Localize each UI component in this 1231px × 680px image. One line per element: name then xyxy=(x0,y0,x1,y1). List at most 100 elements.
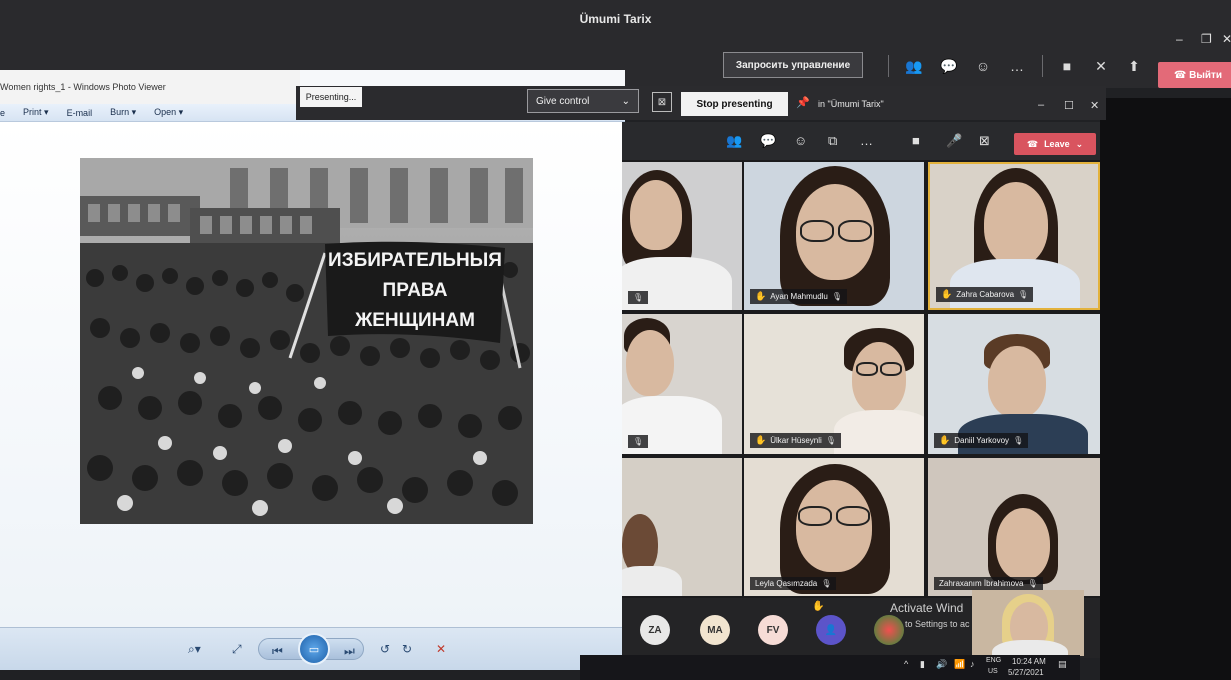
photo-image: ИЗБИРАТЕЛЬНЫЯ ПРАВА ЖЕНЩИНАМ xyxy=(80,158,533,524)
actual-size-icon[interactable]: ⤢ xyxy=(232,642,242,657)
video-tile[interactable] xyxy=(622,458,742,596)
screen: Ümumi Tarix – ❐ ✕ Запросить управление 👥… xyxy=(0,0,1231,680)
notifications-icon[interactable]: ▤ xyxy=(1058,659,1067,670)
menu-item-burn[interactable]: Burn ▾ xyxy=(110,107,136,118)
participant-name-tag: 🎙 xyxy=(628,435,649,448)
mini-minimize-icon[interactable]: – xyxy=(1038,99,1044,111)
video-tile-active[interactable]: ✋ Zahra Cabarova 🎙 xyxy=(928,162,1100,310)
pin-icon[interactable]: 📌 xyxy=(796,96,810,109)
video-tile[interactable]: 🎙 xyxy=(622,314,742,454)
photo-viewer-controls: ⌕▾ ⤢ ⏮ ▭ ⏭ ↺ ↻ ✕ xyxy=(0,627,625,670)
video-tile[interactable]: Zahraxanım İbrahimova 🎙 xyxy=(928,458,1100,596)
participant-name-tag: Leyla Qasımzada 🎙 xyxy=(750,577,837,590)
chat-icon[interactable]: 💬 xyxy=(940,58,958,75)
reactions-icon[interactable]: ☺ xyxy=(794,133,807,148)
presenting-tag: Presenting... xyxy=(300,87,362,107)
video-grid: 🎙 ✋ Ayan Mahmudlu 🎙 ✋ Zahra Cabarova 🎙 🎙… xyxy=(622,160,1100,598)
raised-hand-icon: ✋ xyxy=(755,291,767,301)
rooms-icon[interactable]: ⧉ xyxy=(828,133,837,149)
give-control-dropdown[interactable]: Give control ⌄ xyxy=(527,89,639,113)
video-tile[interactable]: Leyla Qasımzada 🎙 xyxy=(744,458,924,596)
more-options-icon[interactable]: … xyxy=(1008,58,1026,74)
menu-item-file[interactable]: e xyxy=(0,108,5,118)
chevron-up-icon[interactable]: ^ xyxy=(904,659,908,669)
stop-presenting-button[interactable]: Stop presenting xyxy=(681,92,788,116)
delete-icon[interactable]: ✕ xyxy=(436,642,446,656)
camera-icon[interactable]: ■ xyxy=(912,133,920,148)
avatar-initials[interactable]: FV xyxy=(758,615,788,645)
mic-off-icon[interactable]: ✕ xyxy=(1092,58,1110,75)
video-tile[interactable]: ✋ Ülkar Hüseynli 🎙 xyxy=(744,314,924,454)
next-icon[interactable]: ⏭ xyxy=(344,644,355,659)
activate-windows-subtext: to Settings to ac xyxy=(905,619,970,629)
toolbar-divider xyxy=(1042,55,1043,77)
user-avatar-icon: 👤 xyxy=(824,624,838,636)
mic-off-icon: 🎙 xyxy=(633,293,644,302)
camera-icon[interactable]: ■ xyxy=(1058,58,1076,74)
chat-icon[interactable]: 💬 xyxy=(760,133,776,149)
activate-windows-text: Activate Wind xyxy=(890,601,964,615)
request-control-button[interactable]: Запросить управление xyxy=(723,52,863,78)
avatar-colorful[interactable] xyxy=(874,615,904,645)
menu-item-email[interactable]: E-mail xyxy=(67,108,93,118)
mic-icon[interactable]: 🎤 xyxy=(946,133,962,149)
video-tile[interactable]: ✋ Ayan Mahmudlu 🎙 xyxy=(744,162,924,310)
slideshow-button[interactable]: ▭ xyxy=(298,633,330,665)
avatar-initials[interactable]: MA xyxy=(700,615,730,645)
speaker-icon[interactable]: ♪ xyxy=(970,659,975,669)
phone-icon: ☎ xyxy=(1173,69,1190,81)
participant-name-tag: 🎙 xyxy=(628,291,649,304)
menu-item-open[interactable]: Open ▾ xyxy=(154,107,183,118)
mic-off-icon: 🎙 xyxy=(831,292,843,301)
avatar-initials[interactable]: ZA xyxy=(640,615,670,645)
leave-label: Leave xyxy=(1044,139,1070,149)
reactions-icon[interactable]: ☺ xyxy=(974,58,992,74)
mini-close-icon[interactable]: ✕ xyxy=(1090,99,1099,112)
chevron-down-icon: ⌄ xyxy=(621,95,630,107)
raised-hand-icon: ✋ xyxy=(812,601,825,612)
phone-icon: ☎ xyxy=(1026,138,1039,149)
minimize-icon[interactable]: – xyxy=(1176,32,1183,46)
photo-viewer-title: Women rights_1 - Windows Photo Viewer xyxy=(0,70,300,104)
share-tray-icon[interactable]: ⊠ xyxy=(979,133,990,149)
previous-icon[interactable]: ⏮ xyxy=(272,644,283,659)
security-tray-icon[interactable]: ▮ xyxy=(920,659,925,670)
participant-name-tag: Zahraxanım İbrahimova 🎙 xyxy=(934,577,1043,590)
clock-date: 5/27/2021 xyxy=(1008,668,1044,677)
close-window-icon[interactable]: ✕ xyxy=(1222,32,1231,46)
participant-name: Leyla Qasımzada xyxy=(755,579,818,588)
banner-line-1: ИЗБИРАТЕЛЬНЫЯ xyxy=(328,250,502,271)
banner-line-3: ЖЕНЩИНАМ xyxy=(354,310,475,331)
network-icon[interactable]: 📶 xyxy=(954,659,965,670)
right-dark-area xyxy=(1100,98,1231,680)
chevron-down-icon: ⌄ xyxy=(1075,138,1084,149)
participant-name: Daniil Yarkovoy xyxy=(954,436,1010,445)
more-options-icon[interactable]: … xyxy=(860,133,873,148)
leave-top-label: Выйти xyxy=(1189,69,1223,81)
video-tile[interactable]: ✋ Daniil Yarkovoy 🎙 xyxy=(928,314,1100,454)
language-indicator[interactable]: ENG xyxy=(986,657,1001,664)
clock-time[interactable]: 10:24 AM xyxy=(1012,657,1046,666)
menu-item-print[interactable]: Print ▾ xyxy=(23,107,49,118)
share-screen-icon[interactable]: ⬆ xyxy=(1125,58,1143,75)
self-view-video[interactable] xyxy=(972,590,1084,656)
raised-hand-icon: ✋ xyxy=(939,435,951,445)
participants-icon[interactable]: 👥 xyxy=(905,58,923,75)
leave-top-button[interactable]: ☎ Выйти xyxy=(1158,62,1231,88)
rotate-left-icon[interactable]: ↺ xyxy=(380,642,390,656)
mic-off-icon: 🎙 xyxy=(821,579,832,588)
volume-icon[interactable]: 🔊 xyxy=(936,659,947,670)
share-content-icon[interactable]: ⊠ xyxy=(652,92,672,112)
video-tile[interactable]: 🎙 xyxy=(622,162,742,310)
zoom-icon[interactable]: ⌕▾ xyxy=(188,642,201,657)
meeting-title: Ümumi Tarix xyxy=(579,12,652,26)
leave-button[interactable]: ☎ Leave ⌄ xyxy=(1014,133,1096,155)
participants-icon[interactable]: 👥 xyxy=(726,133,742,149)
avatar-photo[interactable]: 👤 xyxy=(816,615,846,645)
maximize-icon[interactable]: ❐ xyxy=(1201,32,1212,46)
participant-name-tag: ✋ Zahra Cabarova 🎙 xyxy=(936,287,1034,302)
rotate-right-icon[interactable]: ↻ xyxy=(402,642,412,656)
participant-name: Zahraxanım İbrahimova xyxy=(939,579,1024,588)
mini-maximize-icon[interactable]: ☐ xyxy=(1064,99,1074,112)
toolbar-divider xyxy=(888,55,889,77)
